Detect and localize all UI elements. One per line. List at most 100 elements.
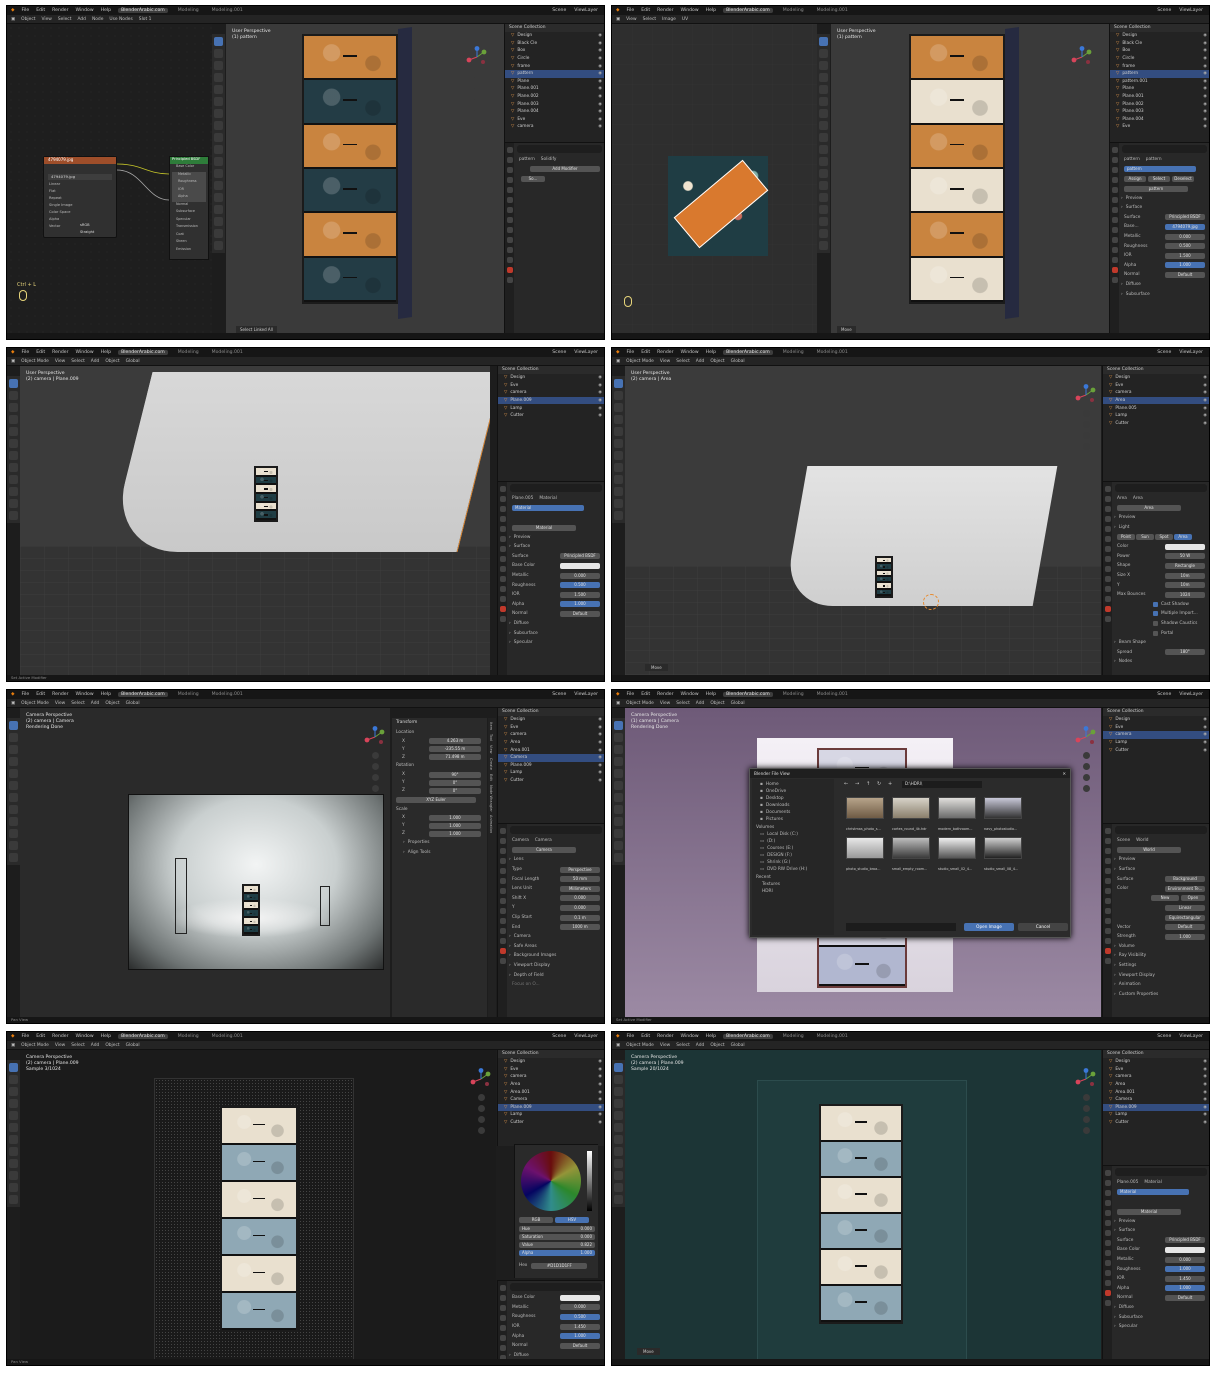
tool-button[interactable] [9,1123,18,1132]
workspace-tab[interactable]: Modeling [780,350,807,355]
header-menu[interactable]: Object [105,1043,119,1048]
panel-section[interactable]: › Preview [498,532,604,542]
tool-button[interactable] [819,49,828,58]
properties-tab-icon[interactable] [499,596,506,602]
header-menu[interactable]: Select [676,701,690,706]
header-menu[interactable]: Global [126,701,140,706]
visibility-eye-icon[interactable]: ◉ [598,1112,602,1117]
filename-field[interactable] [846,923,956,931]
vector-field[interactable]: 1.000 [429,830,481,837]
property-field[interactable]: 1.500 [560,591,600,598]
3d-viewport[interactable]: User Perspective (1) pattern Select Linked… [226,24,504,335]
panel-section[interactable]: › Preview [1103,855,1209,865]
volume-item[interactable]: ▭ Courses (E:) [754,845,832,852]
panel-section[interactable]: › Animation [1103,980,1209,990]
tool-button[interactable] [214,193,223,202]
properties-tab-icon[interactable] [1104,868,1111,874]
outliner-item[interactable]: ▽ camera ◉ [505,123,604,131]
navigation-gizmo-icon[interactable] [1075,384,1097,406]
header-menu[interactable]: View [660,1043,670,1048]
tool-button[interactable] [214,61,223,70]
tool-button[interactable] [614,1075,623,1084]
tool-button[interactable] [614,733,623,742]
site-tab[interactable]: BlenderArabic.com [118,8,168,13]
blender-logo-icon[interactable]: ◆ [11,692,15,697]
scene-selector[interactable]: Scene [552,8,566,13]
editor-type-icon[interactable]: ▣ [616,17,620,22]
tool-button[interactable] [9,379,18,388]
outliner-item[interactable]: ▽ Area.001 ◉ [1103,1088,1209,1096]
slot-assign-button[interactable]: Assign [1124,175,1146,182]
tool-button[interactable] [9,745,18,754]
properties-tab-icon[interactable] [1104,576,1111,582]
sidebar-tab[interactable]: Node Wrangler [489,785,493,812]
material-name-field[interactable]: Material [512,524,576,531]
outliner-item[interactable]: ▽ Plane.002 ◉ [505,93,604,101]
tool-button[interactable] [9,451,18,460]
properties-tab-icon[interactable] [499,556,506,562]
hdri-thumbnail[interactable] [892,797,930,819]
open-image-button[interactable]: Open Image [964,923,1014,931]
outliner-item[interactable]: ▽ Eve ◉ [498,1066,604,1074]
properties-tab-icon[interactable] [1111,277,1118,283]
viewport-nav-button[interactable] [1083,1105,1090,1112]
visibility-eye-icon[interactable]: ◉ [598,109,602,114]
menu-help[interactable]: Help [101,1034,111,1039]
navigation-gizmo-icon[interactable] [1075,1068,1097,1090]
tool-button[interactable] [9,1135,18,1144]
properties-tab-icon[interactable] [499,526,506,532]
tool-button[interactable] [9,1159,18,1168]
menu-help[interactable]: Help [706,692,716,697]
tool-button[interactable] [614,415,623,424]
volume-item[interactable]: ▭ (D:) [754,838,832,845]
outliner-item[interactable]: ▽ Lamp ◉ [1103,739,1209,747]
tool-button[interactable] [819,217,828,226]
panel-section[interactable]: › Safe Areas [498,942,604,952]
cancel-button[interactable]: Cancel [1018,923,1068,931]
outliner-item[interactable]: ▽ Box ◉ [505,47,604,55]
header-menu[interactable]: Object [21,17,35,22]
property-field[interactable]: Default [1165,271,1205,278]
menu-window[interactable]: Window [76,1034,94,1039]
panel-section[interactable]: › Settings [1103,961,1209,971]
panel-section[interactable]: › Align Tools [392,848,487,858]
visibility-eye-icon[interactable]: ◉ [1203,390,1207,395]
property-field[interactable] [560,1294,600,1301]
properties-tab-icon[interactable] [499,1325,506,1331]
light-type-area[interactable]: Area [1174,534,1192,541]
workspace-tab[interactable]: Modeling [175,350,202,355]
properties-tab-icon[interactable] [499,938,506,944]
outliner-item[interactable]: ▽ Design ◉ [1110,32,1209,40]
properties-tab-icon[interactable] [1104,828,1111,834]
outliner-item[interactable]: ▽ Design ◉ [1103,374,1209,382]
visibility-eye-icon[interactable]: ◉ [1203,732,1207,737]
visibility-eye-icon[interactable]: ◉ [598,406,602,411]
tool-button[interactable] [214,133,223,142]
properties-tab-icon[interactable] [499,868,506,874]
workspace-tab[interactable]: Modeling.001 [814,350,851,355]
header-menu[interactable]: View [55,359,65,364]
slot-deselect-button[interactable]: Deselect [1172,175,1194,182]
visibility-eye-icon[interactable]: ◉ [1203,117,1207,122]
panel-section[interactable]: › Beam Shape [1103,638,1209,648]
outliner-item[interactable]: ▽ Eve ◉ [1110,123,1209,131]
properties-tab-icon[interactable] [1104,1280,1111,1286]
site-tab[interactable]: BlenderArabic.com [118,350,168,355]
tool-button[interactable] [819,229,828,238]
tool-button[interactable] [214,37,223,46]
properties-tab-icon[interactable] [506,157,513,163]
blender-logo-icon[interactable]: ◆ [11,1034,15,1039]
visibility-eye-icon[interactable]: ◉ [598,375,602,380]
header-menu[interactable]: Add [91,1043,100,1048]
outliner-item[interactable]: ▽ Eve ◉ [1103,724,1209,732]
tool-button[interactable] [9,829,18,838]
tool-button[interactable] [614,379,623,388]
picker-field[interactable]: Saturation 0.000 [519,1233,595,1240]
material-slot[interactable]: pattern [1124,166,1196,173]
visibility-eye-icon[interactable]: ◉ [1203,413,1207,418]
properties-tab-icon[interactable] [1104,486,1111,492]
camera-name-field[interactable]: Camera [512,847,576,854]
visibility-eye-icon[interactable]: ◉ [1203,41,1207,46]
menu-help[interactable]: Help [101,350,111,355]
visibility-eye-icon[interactable]: ◉ [1203,1112,1207,1117]
